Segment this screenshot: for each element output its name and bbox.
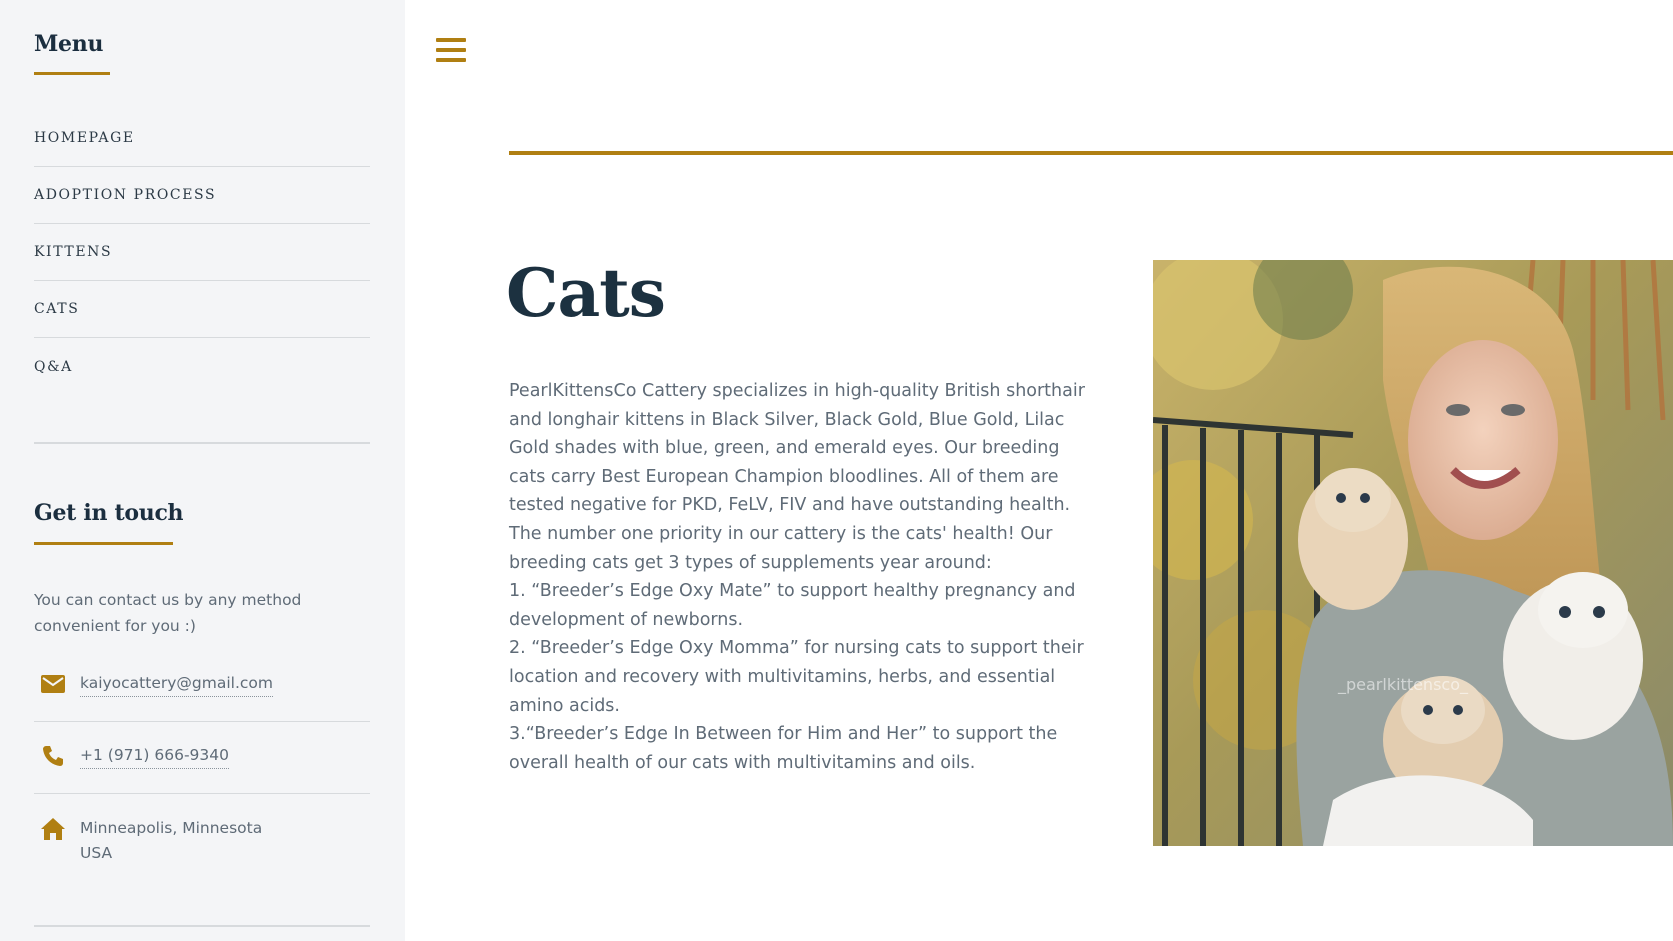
page: Menu HOMEPAGE ADOPTION PROCESS KITTENS C… <box>0 0 1673 941</box>
supplement-item-3: 3.“Breeder’s Edge In Between for Him and… <box>509 724 1058 773</box>
contact-heading-underline <box>34 542 173 545</box>
contact-address-row: Minneapolis, Minnesota USA <box>34 816 370 866</box>
photo-watermark: _pearlkittensco_ <box>1337 675 1469 695</box>
menu-heading: Menu <box>34 31 104 57</box>
page-title: Cats <box>506 254 666 332</box>
sidebar: Menu HOMEPAGE ADOPTION PROCESS KITTENS C… <box>0 0 405 941</box>
intro-paragraph: PearlKittensCo Cattery specializes in hi… <box>509 381 1085 573</box>
contact-phone-row: +1 (971) 666-9340 <box>34 743 370 794</box>
sidebar-item-adoption-process[interactable]: ADOPTION PROCESS <box>34 167 370 224</box>
sidebar-divider-bottom <box>34 925 370 927</box>
contact-email-row: kaiyocattery@gmail.com <box>34 671 370 722</box>
hamburger-menu-icon[interactable] <box>436 38 466 64</box>
email-link[interactable]: kaiyocattery@gmail.com <box>80 671 274 697</box>
sidebar-item-qa[interactable]: Q&A <box>34 338 370 395</box>
phone-link[interactable]: +1 (971) 666-9340 <box>80 743 230 769</box>
sidebar-item-homepage[interactable]: HOMEPAGE <box>34 110 370 167</box>
header-rule <box>509 151 1673 155</box>
supplement-item-2: 2. “Breeder’s Edge Oxy Momma” for nursin… <box>509 638 1084 716</box>
menu-heading-underline <box>34 72 110 75</box>
phone-icon <box>36 743 70 769</box>
supplement-item-1: 1. “Breeder’s Edge Oxy Mate” to support … <box>509 581 1076 630</box>
contact-intro: You can contact us by any method conveni… <box>34 591 302 635</box>
cats-description: PearlKittensCo Cattery specializes in hi… <box>509 377 1085 777</box>
sidebar-menu: HOMEPAGE ADOPTION PROCESS KITTENS CATS Q… <box>34 110 370 395</box>
home-icon <box>36 816 70 842</box>
sidebar-item-cats[interactable]: CATS <box>34 281 370 338</box>
woman-with-kittens-photo: _pearlkittensco_ <box>1153 260 1673 846</box>
envelope-icon <box>36 671 70 697</box>
contact-heading: Get in touch <box>34 500 184 526</box>
sidebar-divider <box>34 442 370 444</box>
sidebar-item-kittens[interactable]: KITTENS <box>34 224 370 281</box>
address-block: Minneapolis, Minnesota USA <box>80 816 262 866</box>
address-line-2: USA <box>80 844 113 862</box>
address-line-1: Minneapolis, Minnesota <box>80 819 263 837</box>
